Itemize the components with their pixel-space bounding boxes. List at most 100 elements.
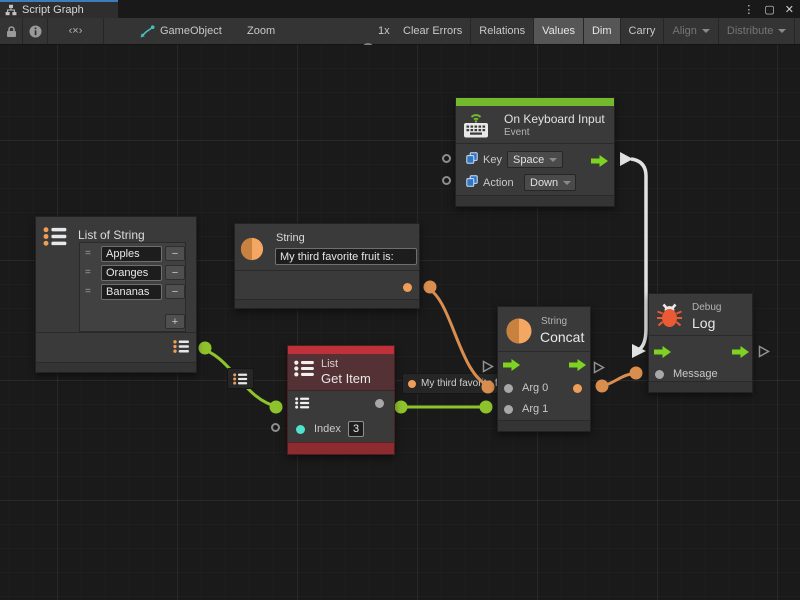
control-input-port[interactable]	[503, 359, 520, 371]
cable-endpoint[interactable]	[270, 401, 283, 414]
cable-concat-to-log-message[interactable]	[597, 373, 640, 386]
remove-item-button[interactable]: −	[165, 246, 185, 261]
align-dropdown[interactable]: Align	[664, 18, 718, 44]
list-item-row: = Oranges −	[80, 264, 185, 283]
carry-toggle[interactable]: Carry	[621, 18, 665, 44]
dim-toggle[interactable]: Dim	[584, 18, 621, 44]
node-footer	[235, 299, 419, 308]
relations-button[interactable]: Relations	[471, 18, 534, 44]
drag-handle[interactable]: =	[85, 248, 91, 259]
message-input-port[interactable]	[655, 370, 664, 379]
chevron-down-icon	[778, 29, 786, 33]
remove-item-button[interactable]: −	[165, 284, 185, 299]
index-field[interactable]: 3	[348, 421, 364, 437]
code-view-glyph: ‹×›	[69, 25, 83, 37]
list-item-field[interactable]: Apples	[101, 246, 162, 262]
node-footer	[36, 362, 196, 372]
chevron-down-icon	[549, 158, 557, 162]
action-label: Action	[483, 177, 514, 189]
node-header: List Get Item	[288, 354, 394, 391]
list-editor: = Apples − = Oranges − = Bananas − +	[79, 242, 186, 332]
info-icon	[29, 25, 42, 38]
list-output-port-icon[interactable]	[173, 340, 190, 353]
index-value-port[interactable]	[271, 423, 280, 432]
node-category: List	[321, 358, 338, 370]
overview-button[interactable]: Overview	[795, 18, 800, 44]
add-item-button[interactable]: +	[165, 314, 185, 329]
tab-script-graph[interactable]: Script Graph	[0, 0, 118, 18]
drag-handle[interactable]: =	[85, 286, 91, 297]
log-control-out-port[interactable]	[758, 345, 770, 358]
key-dropdown[interactable]: Space	[507, 151, 563, 168]
cable-endpoint[interactable]	[424, 281, 437, 294]
control-output-port[interactable]	[591, 155, 608, 167]
arg0-input-port[interactable]	[504, 384, 513, 393]
string-output-port[interactable]	[573, 384, 582, 393]
node-concat[interactable]: String Concat Arg 0 Arg 1	[497, 306, 591, 432]
control-out-port-keyboard[interactable]	[620, 152, 633, 166]
concat-control-in-port[interactable]	[482, 360, 494, 373]
concat-control-out-port[interactable]	[593, 361, 605, 374]
list-item-field[interactable]: Bananas	[101, 284, 162, 300]
list-item-field[interactable]: Oranges	[101, 265, 162, 281]
chevron-down-icon	[702, 29, 710, 33]
code-view-button[interactable]: ‹×›	[48, 18, 104, 44]
info-button[interactable]	[23, 18, 48, 44]
window-maximize-icon[interactable]: ▢	[764, 3, 774, 16]
window-close-icon[interactable]: ✕	[785, 3, 794, 16]
arg1-input-port[interactable]	[504, 405, 513, 414]
zoom-value: 1x	[378, 18, 390, 44]
node-title: List of String	[78, 228, 145, 242]
control-in-endpoint-log[interactable]	[632, 344, 646, 358]
cable-endpoint[interactable]	[596, 380, 609, 393]
list-icon	[294, 360, 315, 377]
list-item-row: = Bananas −	[80, 283, 185, 302]
values-toggle[interactable]: Values	[534, 18, 584, 44]
unity-visual-scripting-window: Script Graph ⋮ ▢ ✕ ‹×›	[0, 0, 800, 600]
node-header: List of String = Apples − = Oranges − =	[36, 217, 196, 333]
debug-bug-icon	[656, 301, 683, 329]
cable-control-keyboard-to-log[interactable]	[631, 159, 646, 351]
control-output-port[interactable]	[569, 359, 586, 371]
node-string-literal[interactable]: String My third favorite fruit is:	[234, 223, 420, 309]
lock-button[interactable]	[0, 18, 23, 44]
item-output-port[interactable]	[375, 399, 384, 408]
drag-handle[interactable]: =	[85, 267, 91, 278]
node-on-keyboard-input[interactable]: On Keyboard Input Event Key Space Action	[455, 97, 615, 207]
node-debug-log[interactable]: Debug Log Message	[648, 293, 753, 393]
cable-endpoint[interactable]	[630, 367, 643, 380]
graph-canvas[interactable]: My third favorite fr.. List of String	[0, 45, 800, 600]
cable-endpoint[interactable]	[395, 401, 408, 414]
node-header: String My third favorite fruit is:	[235, 224, 419, 271]
window-controls: ⋮ ▢ ✕	[743, 1, 794, 17]
cable-endpoint[interactable]	[199, 342, 212, 355]
clear-errors-button[interactable]: Clear Errors	[395, 18, 471, 44]
window-menu-icon[interactable]: ⋮	[743, 3, 754, 16]
remove-item-button[interactable]: −	[165, 265, 185, 280]
graph-toolbar: ‹×› GameObject Zoom 1x Clear Errors Rela…	[0, 18, 800, 45]
graph-icon	[5, 4, 17, 16]
gameobject-label: GameObject	[160, 18, 222, 44]
index-input-port[interactable]	[296, 425, 305, 434]
arg0-label: Arg 0	[522, 382, 548, 394]
string-output-port[interactable]	[403, 283, 412, 292]
tab-title: Script Graph	[22, 4, 84, 16]
node-footer	[456, 195, 614, 206]
node-get-item[interactable]: List Get Item Index 3	[287, 345, 395, 455]
control-output-port[interactable]	[732, 346, 749, 358]
node-category: Debug	[692, 302, 721, 313]
action-dropdown[interactable]: Down	[524, 174, 576, 191]
distribute-dropdown[interactable]: Distribute	[719, 18, 795, 44]
string-value-field[interactable]: My third favorite fruit is:	[275, 248, 417, 265]
list-input-port-icon[interactable]	[295, 397, 310, 409]
message-label: Message	[673, 368, 718, 380]
node-list-of-string[interactable]: List of String = Apples − = Oranges − =	[35, 216, 197, 373]
control-input-port[interactable]	[654, 346, 671, 358]
toolbar-toggle-group: Clear Errors Relations Values Dim Carry …	[395, 18, 800, 44]
node-header: On Keyboard Input Event	[456, 106, 614, 144]
cable-endpoint[interactable]	[480, 401, 493, 414]
key-value-port[interactable]	[442, 154, 451, 163]
key-input-icon	[466, 152, 478, 164]
node-footer	[498, 420, 590, 431]
action-value-port[interactable]	[442, 176, 451, 185]
